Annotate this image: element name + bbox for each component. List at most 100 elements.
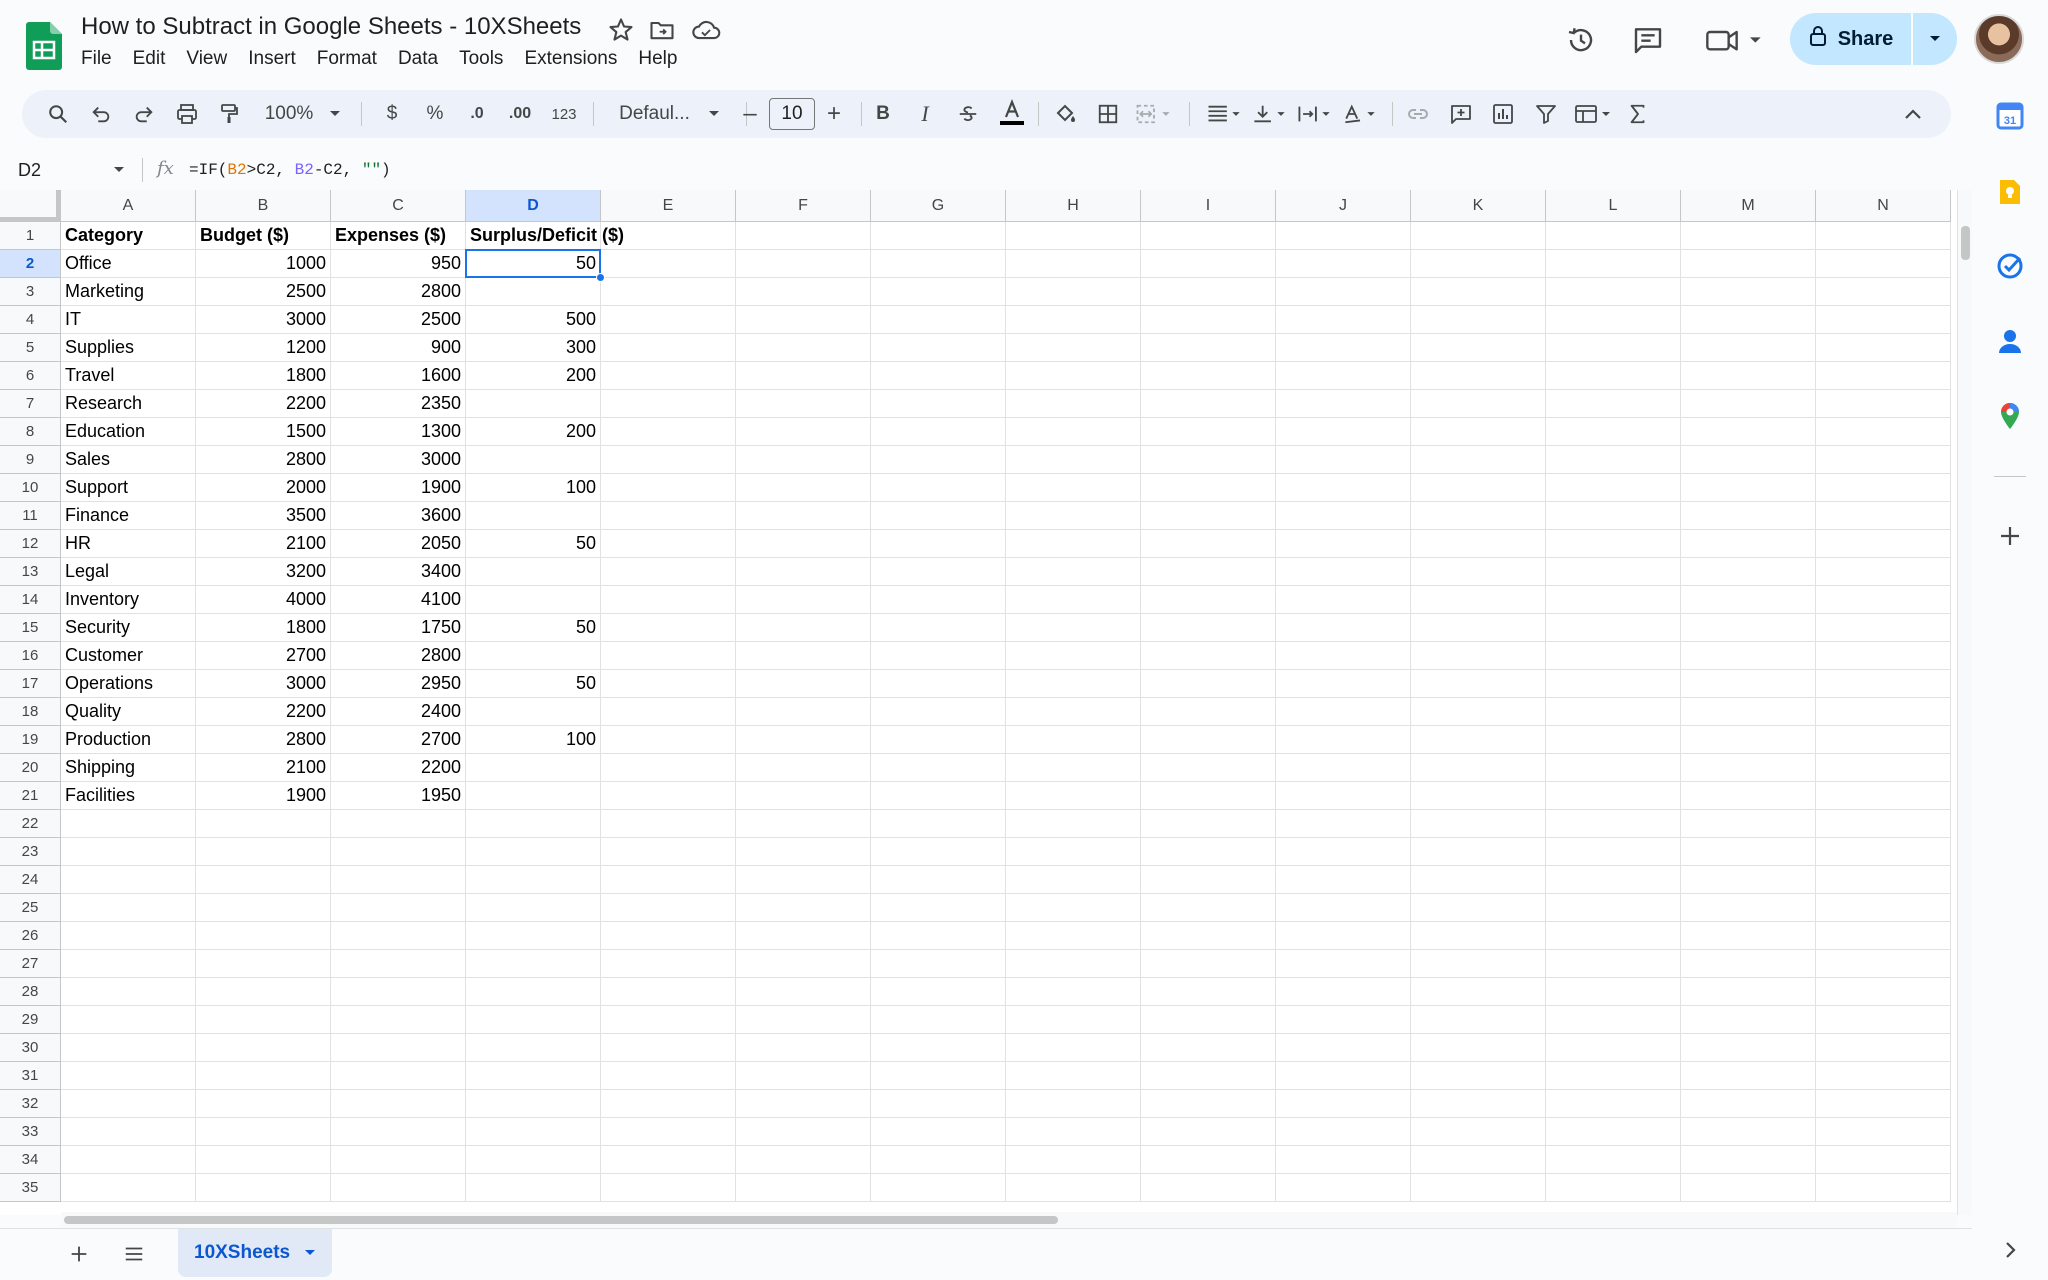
cell-n2[interactable] bbox=[1816, 250, 1951, 278]
cell-l28[interactable] bbox=[1546, 978, 1681, 1006]
cell-h9[interactable] bbox=[1006, 446, 1141, 474]
cell-b3[interactable]: 2500 bbox=[196, 278, 331, 306]
cell-d6[interactable]: 200 bbox=[466, 362, 601, 390]
row-header-22[interactable]: 22 bbox=[0, 810, 61, 838]
cell-h11[interactable] bbox=[1006, 502, 1141, 530]
cell-a9[interactable]: Sales bbox=[61, 446, 196, 474]
formula-input[interactable]: =IF(B2>C2, B2-C2, "") bbox=[189, 161, 391, 179]
calendar-icon[interactable]: 31 bbox=[1994, 100, 2026, 132]
cell-h29[interactable] bbox=[1006, 1006, 1141, 1034]
tasks-icon[interactable] bbox=[1994, 250, 2026, 282]
cell-l14[interactable] bbox=[1546, 586, 1681, 614]
cell-j26[interactable] bbox=[1276, 922, 1411, 950]
cell-e11[interactable] bbox=[601, 502, 736, 530]
row-header-34[interactable]: 34 bbox=[0, 1146, 61, 1174]
cell-a1[interactable]: Category bbox=[61, 222, 196, 250]
cell-h14[interactable] bbox=[1006, 586, 1141, 614]
cell-j13[interactable] bbox=[1276, 558, 1411, 586]
cell-l5[interactable] bbox=[1546, 334, 1681, 362]
caret-down-icon[interactable] bbox=[304, 1249, 316, 1257]
cell-b16[interactable]: 2700 bbox=[196, 642, 331, 670]
cell-k5[interactable] bbox=[1411, 334, 1546, 362]
cell-f28[interactable] bbox=[736, 978, 871, 1006]
cell-a7[interactable]: Research bbox=[61, 390, 196, 418]
cell-d25[interactable] bbox=[466, 894, 601, 922]
cell-a19[interactable]: Production bbox=[61, 726, 196, 754]
cell-j3[interactable] bbox=[1276, 278, 1411, 306]
cell-l18[interactable] bbox=[1546, 698, 1681, 726]
cell-n35[interactable] bbox=[1816, 1174, 1951, 1202]
cell-h24[interactable] bbox=[1006, 866, 1141, 894]
cell-m8[interactable] bbox=[1681, 418, 1816, 446]
cell-k1[interactable] bbox=[1411, 222, 1546, 250]
cell-n13[interactable] bbox=[1816, 558, 1951, 586]
cell-b18[interactable]: 2200 bbox=[196, 698, 331, 726]
cell-h35[interactable] bbox=[1006, 1174, 1141, 1202]
cell-i2[interactable] bbox=[1141, 250, 1276, 278]
cell-k17[interactable] bbox=[1411, 670, 1546, 698]
cell-f25[interactable] bbox=[736, 894, 871, 922]
cell-e24[interactable] bbox=[601, 866, 736, 894]
cell-d19[interactable]: 100 bbox=[466, 726, 601, 754]
cell-e27[interactable] bbox=[601, 950, 736, 978]
cell-i26[interactable] bbox=[1141, 922, 1276, 950]
cell-d5[interactable]: 300 bbox=[466, 334, 601, 362]
cell-m25[interactable] bbox=[1681, 894, 1816, 922]
cell-c11[interactable]: 3600 bbox=[331, 502, 466, 530]
cell-i13[interactable] bbox=[1141, 558, 1276, 586]
row-header-25[interactable]: 25 bbox=[0, 894, 61, 922]
currency-format-button[interactable]: $ bbox=[376, 90, 408, 138]
cell-d7[interactable] bbox=[466, 390, 601, 418]
cell-b33[interactable] bbox=[196, 1118, 331, 1146]
cell-n21[interactable] bbox=[1816, 782, 1951, 810]
strikethrough-icon[interactable] bbox=[952, 90, 984, 138]
cell-k10[interactable] bbox=[1411, 474, 1546, 502]
cell-f7[interactable] bbox=[736, 390, 871, 418]
cell-e9[interactable] bbox=[601, 446, 736, 474]
cell-g6[interactable] bbox=[871, 362, 1006, 390]
cell-h28[interactable] bbox=[1006, 978, 1141, 1006]
cell-h3[interactable] bbox=[1006, 278, 1141, 306]
cell-g26[interactable] bbox=[871, 922, 1006, 950]
cell-b8[interactable]: 1500 bbox=[196, 418, 331, 446]
cell-m4[interactable] bbox=[1681, 306, 1816, 334]
cell-m24[interactable] bbox=[1681, 866, 1816, 894]
cell-n20[interactable] bbox=[1816, 754, 1951, 782]
spreadsheet-grid[interactable]: ABCDEFGHIJKLMN 1 2 3 4 5 6 7 8 9 10 11 12 13 14 15 16 17… bbox=[0, 190, 1957, 1215]
cell-d35[interactable] bbox=[466, 1174, 601, 1202]
cell-n14[interactable] bbox=[1816, 586, 1951, 614]
cell-a3[interactable]: Marketing bbox=[61, 278, 196, 306]
cell-c12[interactable]: 2050 bbox=[331, 530, 466, 558]
cell-n9[interactable] bbox=[1816, 446, 1951, 474]
cell-d34[interactable] bbox=[466, 1146, 601, 1174]
share-button[interactable]: Share bbox=[1790, 13, 1911, 65]
cell-m34[interactable] bbox=[1681, 1146, 1816, 1174]
cell-i15[interactable] bbox=[1141, 614, 1276, 642]
cell-h20[interactable] bbox=[1006, 754, 1141, 782]
row-header-33[interactable]: 33 bbox=[0, 1118, 61, 1146]
row-header-24[interactable]: 24 bbox=[0, 866, 61, 894]
cell-l26[interactable] bbox=[1546, 922, 1681, 950]
cell-j2[interactable] bbox=[1276, 250, 1411, 278]
cell-a15[interactable]: Security bbox=[61, 614, 196, 642]
cell-a22[interactable] bbox=[61, 810, 196, 838]
cell-f27[interactable] bbox=[736, 950, 871, 978]
cell-g24[interactable] bbox=[871, 866, 1006, 894]
cell-n5[interactable] bbox=[1816, 334, 1951, 362]
cell-h19[interactable] bbox=[1006, 726, 1141, 754]
cell-i5[interactable] bbox=[1141, 334, 1276, 362]
cell-l34[interactable] bbox=[1546, 1146, 1681, 1174]
cell-n24[interactable] bbox=[1816, 866, 1951, 894]
insert-chart-icon[interactable] bbox=[1487, 90, 1519, 138]
cell-n28[interactable] bbox=[1816, 978, 1951, 1006]
cell-g11[interactable] bbox=[871, 502, 1006, 530]
cell-a26[interactable] bbox=[61, 922, 196, 950]
cell-l2[interactable] bbox=[1546, 250, 1681, 278]
cell-c5[interactable]: 900 bbox=[331, 334, 466, 362]
cell-m29[interactable] bbox=[1681, 1006, 1816, 1034]
cell-k12[interactable] bbox=[1411, 530, 1546, 558]
cell-g20[interactable] bbox=[871, 754, 1006, 782]
row-header-16[interactable]: 16 bbox=[0, 642, 61, 670]
cell-e8[interactable] bbox=[601, 418, 736, 446]
row-header-3[interactable]: 3 bbox=[0, 278, 61, 306]
